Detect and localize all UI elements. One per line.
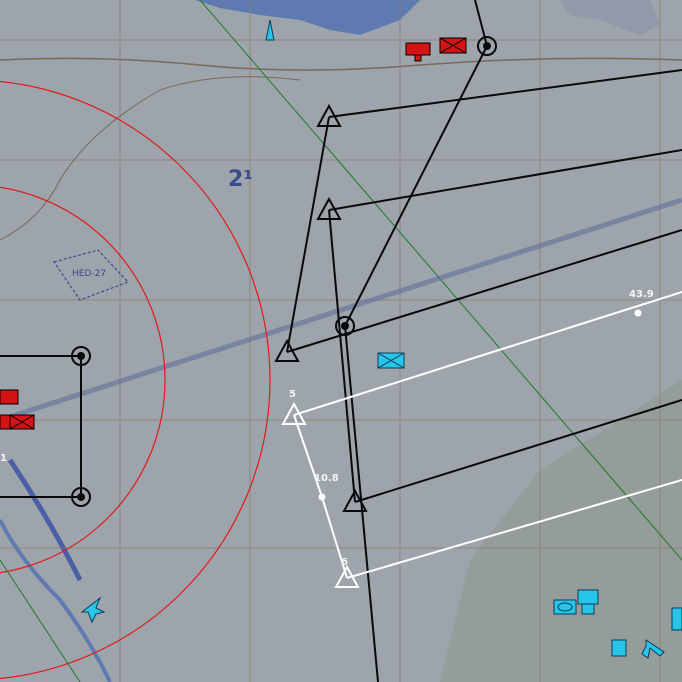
hed-label: HED-27 <box>72 269 106 279</box>
waypoint-dot[interactable] <box>318 493 326 501</box>
grid-label: 2¹ <box>228 167 253 192</box>
friendly-recon-icon[interactable] <box>553 599 577 615</box>
waypoint-label: 10.8 <box>314 473 339 484</box>
enemy-armor-icon[interactable] <box>0 389 19 405</box>
waypoint-label: 6 <box>341 557 348 568</box>
map-canvas[interactable]: 2¹ HED-27 5 10.8 6 43.9 1 <box>0 0 682 682</box>
waypoint-label: 1 <box>0 453 7 464</box>
friendly-infantry-icon[interactable] <box>377 352 405 369</box>
enemy-armor-icon[interactable] <box>439 37 467 54</box>
waypoint-dot[interactable] <box>634 309 642 317</box>
waypoint-label: 5 <box>289 389 296 400</box>
tactical-map[interactable]: 2¹ HED-27 5 10.8 6 43.9 1 <box>0 0 682 682</box>
friendly-sam-icon[interactable] <box>611 639 627 657</box>
waypoint-label: 43.9 <box>629 289 654 300</box>
enemy-armor-icon[interactable] <box>0 414 35 430</box>
friendly-sam-icon[interactable] <box>671 607 682 631</box>
